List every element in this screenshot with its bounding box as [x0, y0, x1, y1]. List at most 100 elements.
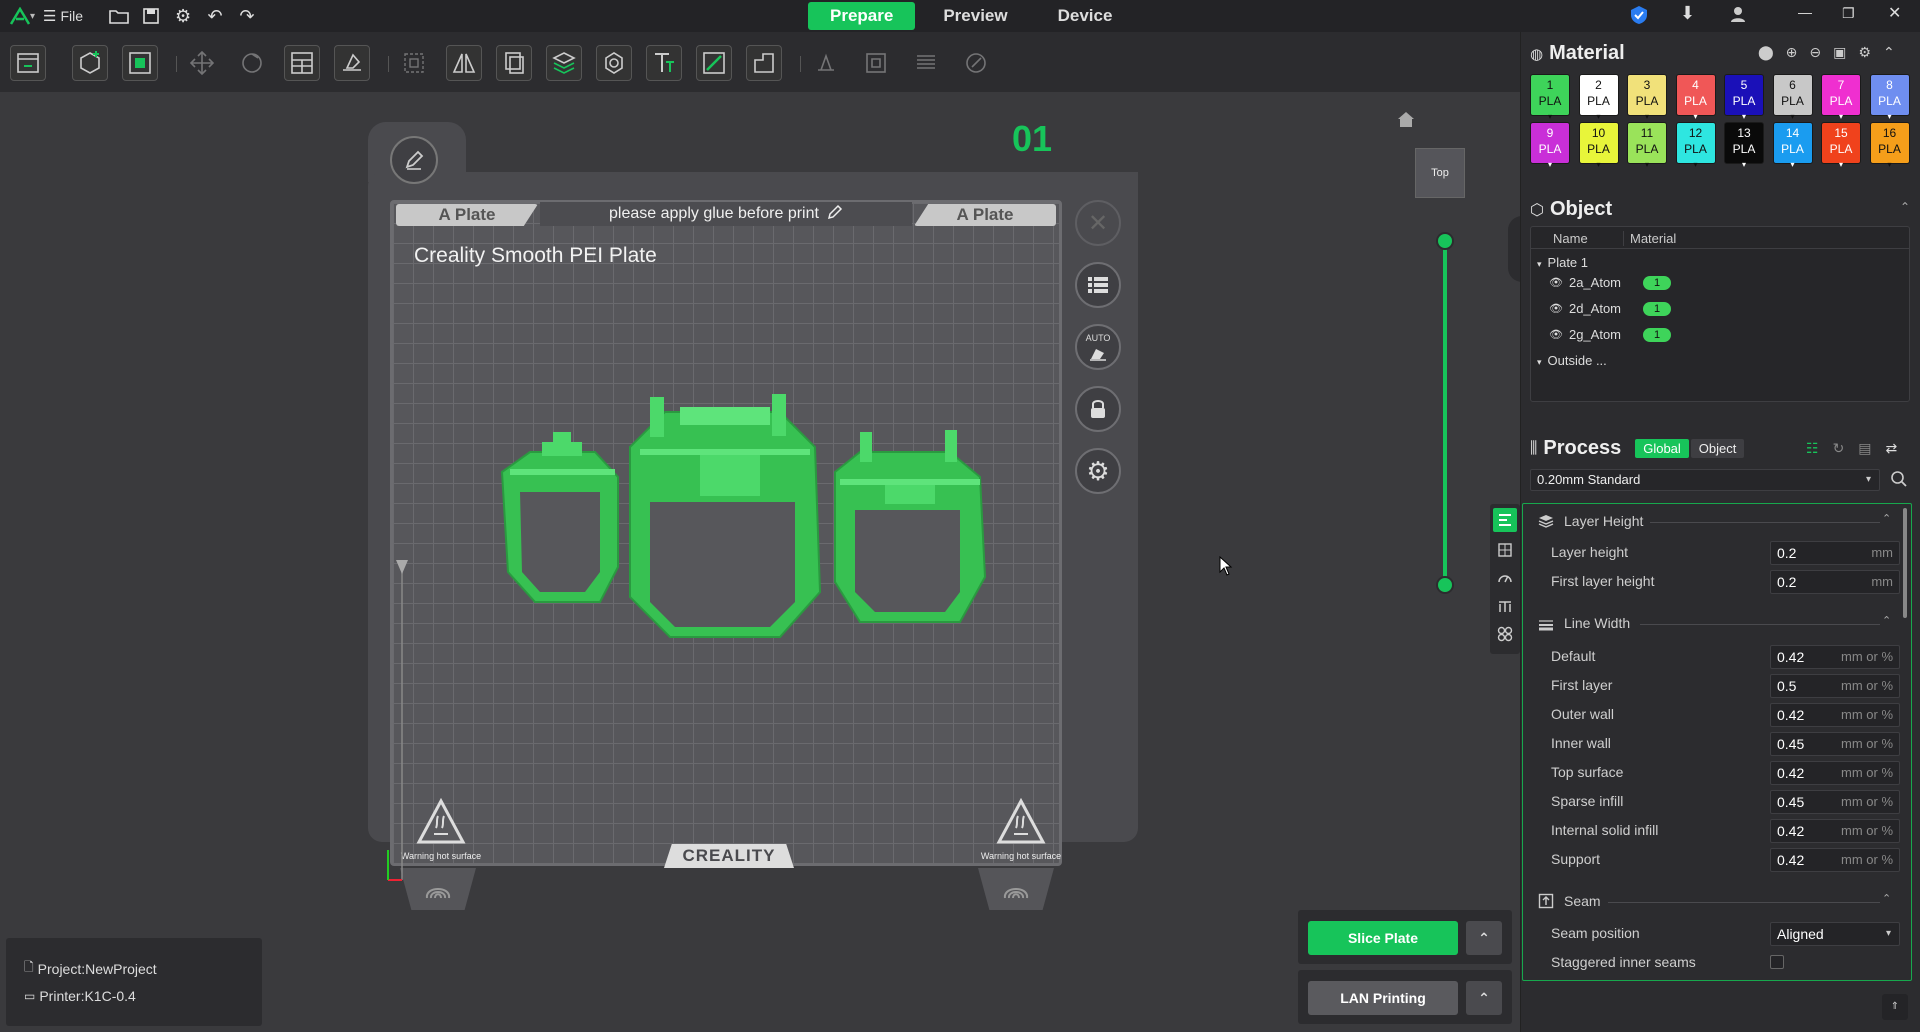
- setting-input[interactable]: 0.42 mm or %: [1770, 819, 1900, 843]
- app-menu-chevron-icon[interactable]: ▾: [30, 11, 35, 22]
- mirror-icon[interactable]: [446, 45, 482, 81]
- plate-tab-right[interactable]: A Plate: [914, 204, 1056, 226]
- layer-height-collapse-icon[interactable]: ⌃: [1882, 512, 1891, 525]
- scale-icon[interactable]: [396, 45, 432, 81]
- category-speed-icon[interactable]: [1493, 566, 1517, 590]
- rotate-icon[interactable]: [234, 45, 270, 81]
- add-plate-icon[interactable]: [10, 45, 46, 81]
- object-material-badge[interactable]: 1: [1642, 327, 1672, 342]
- object-material-badge[interactable]: 1: [1642, 301, 1672, 316]
- material-slot-10[interactable]: 10 PLA ▾: [1578, 122, 1619, 169]
- tab-preview[interactable]: Preview: [921, 2, 1029, 30]
- visibility-eye-icon[interactable]: 👁: [1549, 328, 1563, 341]
- home-view-icon[interactable]: [1396, 110, 1416, 133]
- undo-icon[interactable]: ↶: [201, 2, 229, 30]
- material-slot-3[interactable]: 3 PLA ▾: [1627, 74, 1667, 121]
- edit-plate-icon[interactable]: [390, 136, 438, 184]
- outside-row[interactable]: ▾ Outside ...: [1537, 353, 1607, 368]
- add-plate-green-icon[interactable]: [122, 45, 158, 81]
- cut-icon[interactable]: [546, 45, 582, 81]
- material-slot-14[interactable]: 14 PLA ▾: [1772, 122, 1813, 169]
- material-slot-16[interactable]: 16 PLA ▾: [1869, 122, 1910, 169]
- setting-input[interactable]: 0.42 mm or %: [1770, 848, 1900, 872]
- add-object-icon[interactable]: [72, 45, 108, 81]
- preset-select[interactable]: 0.20mm Standard ▾: [1530, 469, 1880, 491]
- material-slot-11[interactable]: 11 PLA ▾: [1627, 122, 1667, 169]
- plate-1-row[interactable]: ▾ Plate 1: [1537, 255, 1588, 270]
- model-2d-atom[interactable]: [629, 394, 822, 638]
- scroll-top-icon[interactable]: ⇑: [1882, 994, 1908, 1020]
- setting-input[interactable]: 0.45 mm or %: [1770, 732, 1900, 756]
- settings-gear-icon[interactable]: ⚙: [169, 2, 197, 30]
- setting-input[interactable]: 0.2 mm: [1770, 541, 1900, 565]
- line-width-collapse-icon[interactable]: ⌃: [1882, 614, 1891, 627]
- process-list-icon[interactable]: ☷: [1806, 440, 1819, 457]
- brush-icon[interactable]: [958, 45, 994, 81]
- col-name[interactable]: Name: [1553, 231, 1588, 246]
- text-tool-icon[interactable]: [646, 45, 682, 81]
- material-slot-1[interactable]: 1 PLA ▾: [1530, 74, 1570, 121]
- shield-icon[interactable]: [1628, 4, 1650, 31]
- object-material-badge[interactable]: 1: [1642, 275, 1672, 290]
- minimize-icon[interactable]: —: [1798, 4, 1812, 20]
- layer-slider-top-handle[interactable]: [1436, 232, 1454, 250]
- setting-input[interactable]: 0.2 mm: [1770, 570, 1900, 594]
- move-icon[interactable]: [184, 45, 220, 81]
- material-slot-5[interactable]: 5 PLA ▾: [1724, 74, 1764, 121]
- plate-settings-icon[interactable]: ⚙: [1075, 448, 1121, 494]
- category-others-icon[interactable]: [1493, 622, 1517, 646]
- material-slot-9[interactable]: 9 PLA ▾: [1530, 122, 1570, 169]
- slice-plate-button[interactable]: Slice Plate: [1308, 921, 1458, 955]
- close-window-icon[interactable]: ✕: [1888, 3, 1901, 23]
- lan-printing-button[interactable]: LAN Printing: [1308, 981, 1458, 1015]
- visibility-eye-icon[interactable]: 👁: [1549, 276, 1563, 289]
- material-slot-15[interactable]: 15 PLA ▾: [1821, 122, 1861, 169]
- settings-scrollbar[interactable]: [1903, 508, 1907, 618]
- seam-paint-icon[interactable]: [746, 45, 782, 81]
- visibility-eye-icon[interactable]: 👁: [1549, 302, 1563, 315]
- process-save-icon[interactable]: ▤: [1858, 440, 1871, 457]
- material-slot-7[interactable]: 7 PLA ▾: [1821, 74, 1861, 121]
- tab-device[interactable]: Device: [1036, 2, 1135, 30]
- category-strength-icon[interactable]: [1493, 538, 1517, 562]
- user-avatar-icon[interactable]: [1728, 4, 1748, 29]
- auto-orient-icon[interactable]: AUTO: [1075, 324, 1121, 370]
- arrange-icon[interactable]: [284, 45, 320, 81]
- setting-input[interactable]: 0.45 mm or %: [1770, 790, 1900, 814]
- category-support-icon[interactable]: [1493, 594, 1517, 618]
- object-collapse-icon[interactable]: ⌃: [1900, 200, 1910, 214]
- preset-search-icon[interactable]: [1890, 470, 1908, 493]
- material-settings-icon[interactable]: ⚙: [1858, 44, 1871, 61]
- material-collapse-icon[interactable]: ⌃: [1883, 44, 1895, 61]
- hollow-icon[interactable]: [596, 45, 632, 81]
- material-sync-icon[interactable]: ⬤: [1758, 44, 1774, 61]
- setting-input[interactable]: 0.42 mm or %: [1770, 761, 1900, 785]
- seam-collapse-icon[interactable]: ⌃: [1882, 892, 1891, 905]
- seam-position-select[interactable]: Aligned ▾: [1770, 922, 1900, 946]
- note-edit-pencil-icon[interactable]: [827, 204, 843, 225]
- delete-plate-icon[interactable]: ✕: [1075, 200, 1121, 246]
- model-2a-atom[interactable]: [500, 432, 619, 603]
- redo-icon[interactable]: ↷: [233, 2, 261, 30]
- material-slot-4[interactable]: 4 PLA ▾: [1675, 74, 1716, 121]
- open-folder-icon[interactable]: [105, 2, 133, 30]
- setting-input[interactable]: 0.42 mm or %: [1770, 645, 1900, 669]
- object-row[interactable]: 👁 2g_Atom 1: [1549, 327, 1672, 342]
- lock-plate-icon[interactable]: [1075, 386, 1121, 432]
- save-icon[interactable]: [137, 2, 165, 30]
- plate-list-icon[interactable]: [1075, 262, 1121, 308]
- material-slot-8[interactable]: 8 PLA ▾: [1869, 74, 1910, 121]
- setting-input[interactable]: 0.42 mm or %: [1770, 703, 1900, 727]
- tab-global[interactable]: Global: [1635, 439, 1689, 458]
- material-remove-icon[interactable]: ⊖: [1809, 44, 1821, 61]
- restore-icon[interactable]: ❐: [1842, 5, 1855, 22]
- lan-options-button[interactable]: ⌃: [1466, 981, 1502, 1015]
- paint-support-icon[interactable]: [696, 45, 732, 81]
- split-objects-icon[interactable]: [496, 45, 532, 81]
- layer-slider-track[interactable]: [1443, 240, 1447, 585]
- plate-tab-left[interactable]: A Plate: [396, 204, 538, 226]
- outside-expand-icon[interactable]: ▾: [1537, 357, 1542, 367]
- file-menu[interactable]: ☰ File: [43, 7, 83, 25]
- category-quality-icon[interactable]: [1493, 508, 1517, 532]
- material-add-icon[interactable]: ⊕: [1786, 44, 1798, 61]
